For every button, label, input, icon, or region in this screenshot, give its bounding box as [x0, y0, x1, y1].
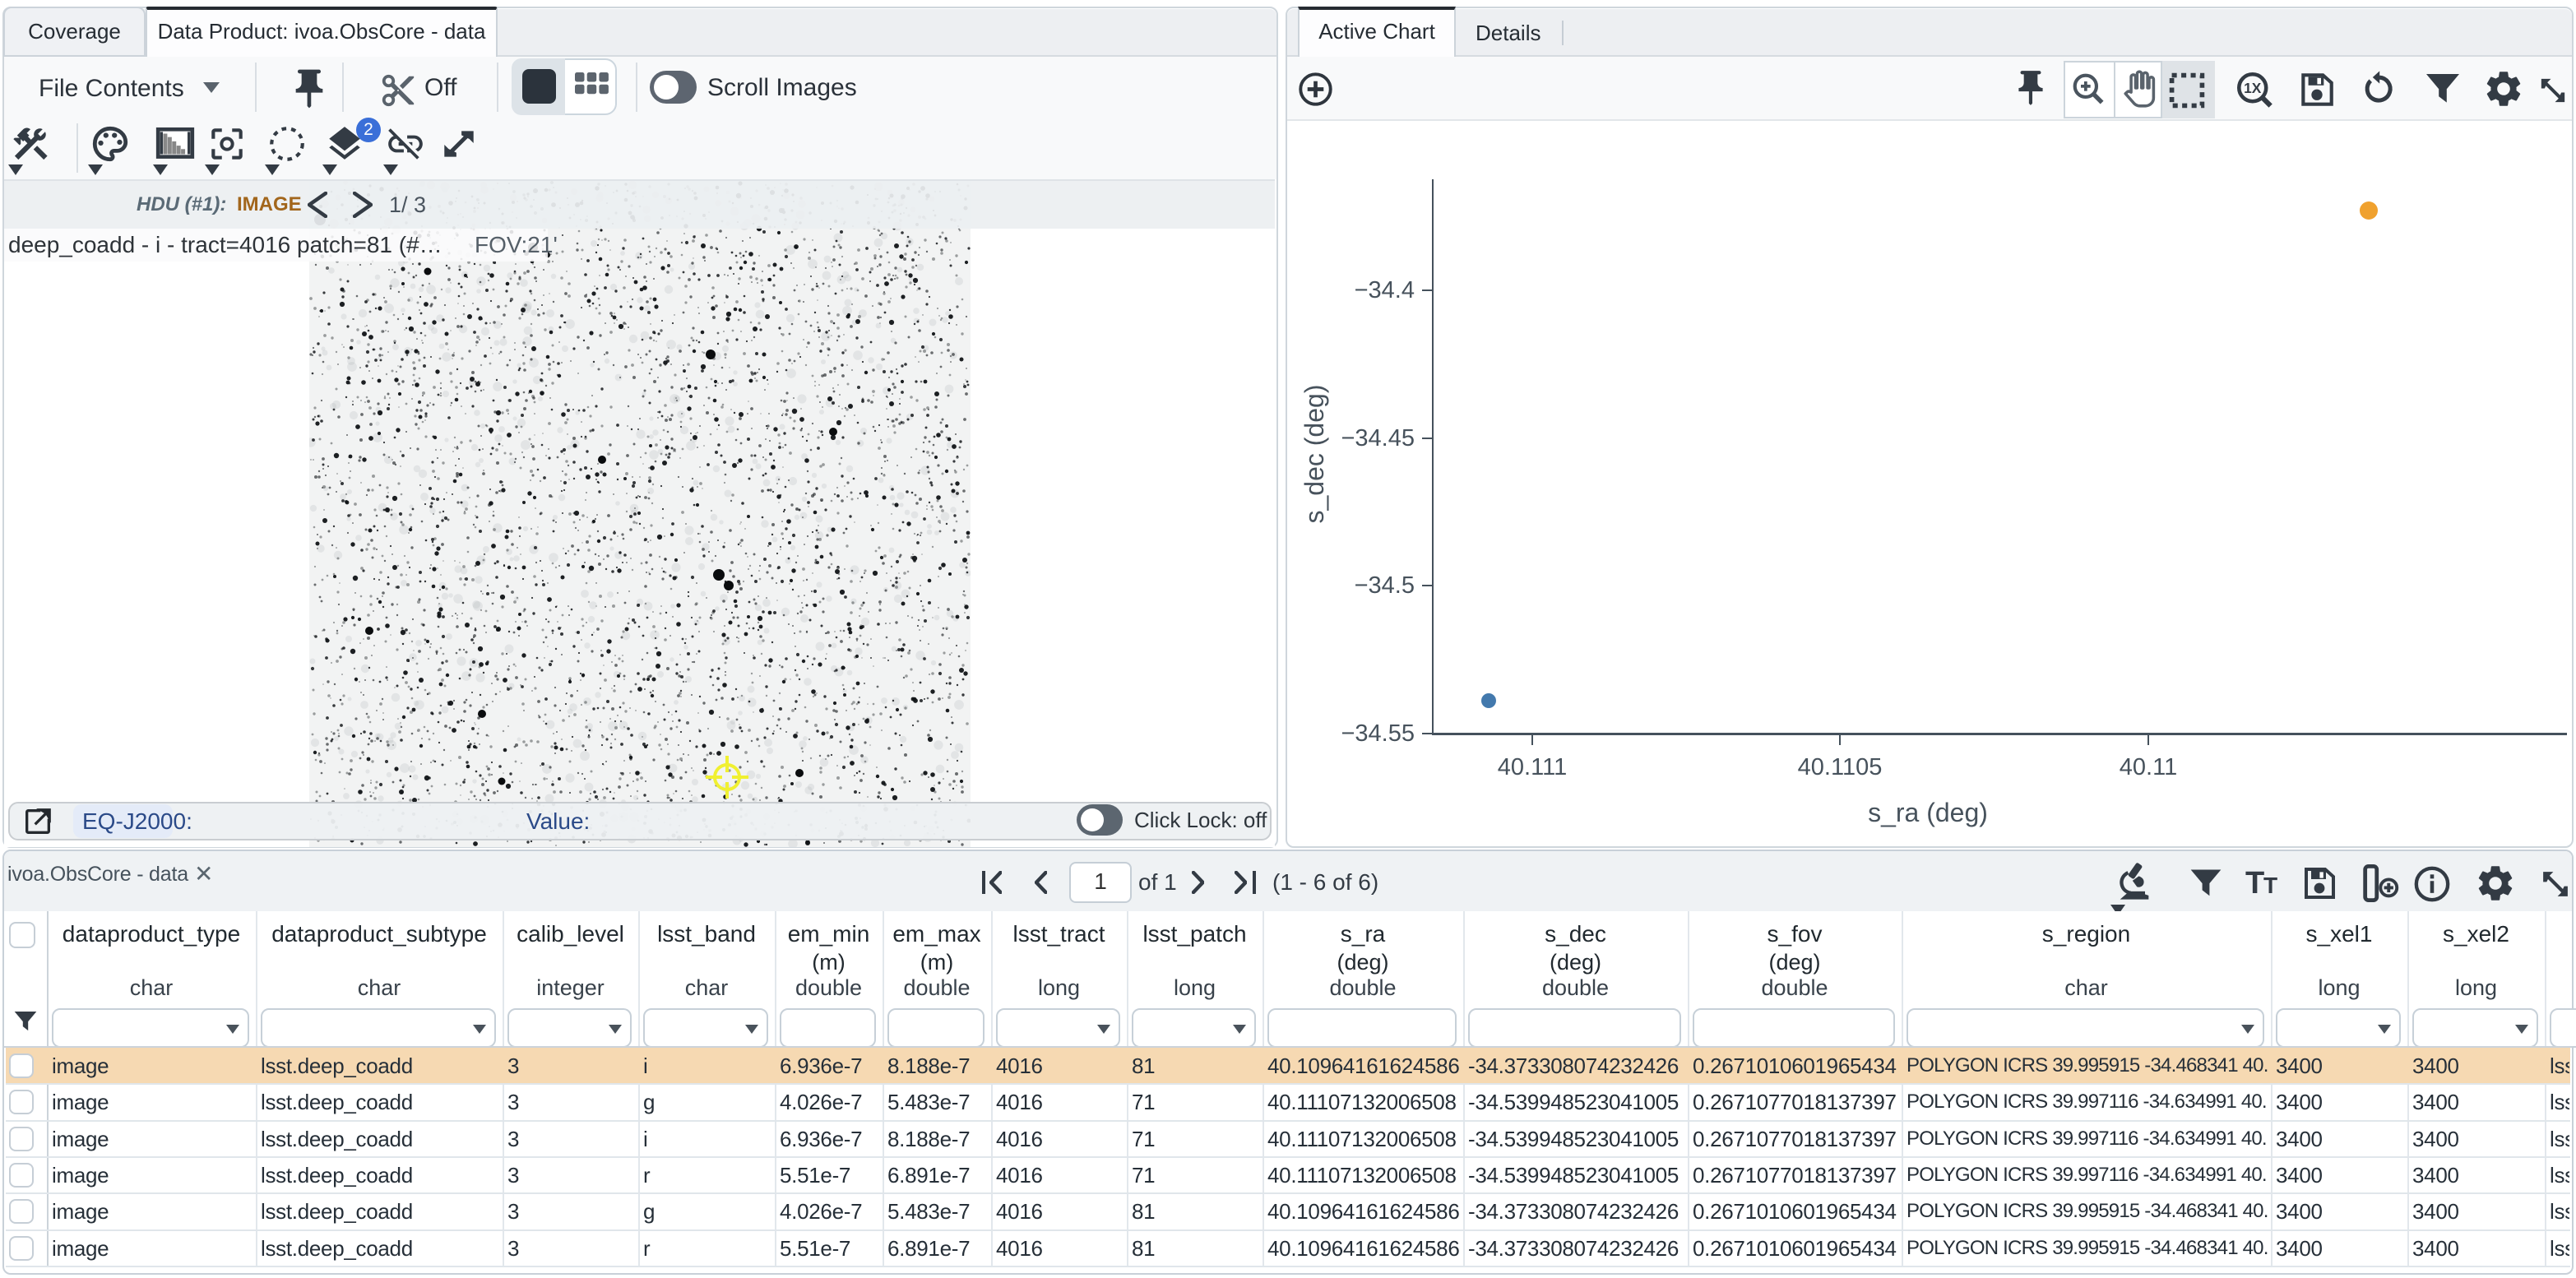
svg-text:T: T: [2263, 873, 2277, 898]
svg-text:1X: 1X: [2244, 80, 2262, 96]
svg-text:T: T: [2245, 866, 2264, 901]
